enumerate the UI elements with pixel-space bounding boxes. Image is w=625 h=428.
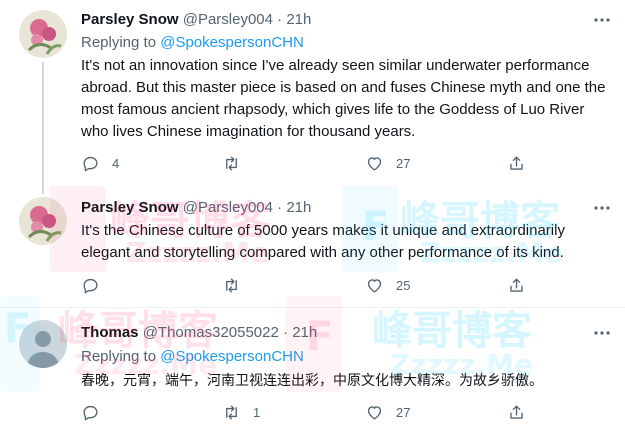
share-icon <box>510 155 523 170</box>
like-count: 27 <box>396 404 411 420</box>
retweet-icon <box>226 155 237 171</box>
share-button[interactable] <box>507 274 526 296</box>
share-icon <box>510 404 523 419</box>
display-name[interactable]: Thomas <box>81 324 139 341</box>
default-avatar-image <box>19 320 67 368</box>
like-button[interactable]: 27 <box>365 152 410 174</box>
more-icon[interactable] <box>593 11 611 29</box>
display-name[interactable]: Parsley Snow <box>81 199 179 216</box>
share-button[interactable] <box>507 152 526 174</box>
tweet-actions: 4 27 <box>78 152 538 174</box>
share-icon <box>510 277 523 292</box>
tweet-1[interactable]: Parsley Snow @Parsley004 · 21h Replying … <box>0 0 625 194</box>
replying-to-link[interactable]: @SpokespersonCHN <box>160 34 304 51</box>
like-count: 25 <box>396 277 411 293</box>
like-button[interactable]: 27 <box>365 401 410 423</box>
reply-count: 4 <box>112 155 120 171</box>
tweet-header: Parsley Snow @Parsley004 · 21h <box>81 198 311 218</box>
replying-prefix: Replying to <box>81 34 161 51</box>
tweet-text: It's the Chinese culture of 5000 years m… <box>81 222 565 261</box>
separator-dot: · <box>283 324 289 341</box>
more-icon[interactable] <box>593 324 611 342</box>
retweet-button[interactable] <box>222 152 253 174</box>
timestamp[interactable]: 21h <box>286 11 311 28</box>
like-count: 27 <box>396 155 411 171</box>
timestamp[interactable]: 21h <box>292 324 317 341</box>
like-button[interactable]: 25 <box>365 274 410 296</box>
separator-dot: · <box>277 199 283 216</box>
timestamp[interactable]: 21h <box>286 199 311 216</box>
replying-prefix: Replying to <box>81 348 161 365</box>
like-icon <box>367 156 382 171</box>
reply-icon <box>83 405 98 420</box>
tweet-header: Thomas @Thomas32055022 · 21h <box>81 323 317 343</box>
retweet-icon <box>226 277 237 293</box>
separator-dot: · <box>277 11 283 28</box>
replying-to-link[interactable]: @SpokespersonCHN <box>160 348 304 365</box>
tweet-header: Parsley Snow @Parsley004 · 21h <box>81 10 311 30</box>
replying-to: Replying to @SpokespersonCHN <box>81 33 304 53</box>
reply-icon <box>83 156 98 171</box>
avatar[interactable] <box>19 320 67 368</box>
replying-to: Replying to @SpokespersonCHN <box>81 347 304 367</box>
tweet-actions: 25 <box>78 274 538 296</box>
retweet-button[interactable] <box>222 274 253 296</box>
like-icon <box>367 278 382 293</box>
retweet-count: 1 <box>253 404 261 420</box>
tweet-actions: 1 27 <box>78 401 538 423</box>
user-handle[interactable]: @Parsley004 <box>183 11 273 28</box>
reply-button[interactable]: 4 <box>81 152 119 174</box>
tweet-text: It's not an innovation since I've alread… <box>81 57 606 140</box>
reply-button[interactable] <box>81 274 112 296</box>
tweet-2[interactable]: Parsley Snow @Parsley004 · 21h It's the … <box>0 185 625 300</box>
avatar[interactable] <box>19 197 67 245</box>
display-name[interactable]: Parsley Snow <box>81 11 179 28</box>
user-handle[interactable]: @Thomas32055022 <box>143 324 279 341</box>
flower-avatar-image <box>19 197 67 245</box>
thread-line <box>42 62 44 194</box>
avatar[interactable] <box>19 10 67 58</box>
reply-button[interactable] <box>81 401 112 423</box>
like-icon <box>367 405 382 420</box>
user-handle[interactable]: @Parsley004 <box>183 199 273 216</box>
tweet-text: 春晚，元宵，端午，河南卫视连连出彩，中原文化博大精深。为故乡骄傲。 <box>81 373 543 389</box>
reply-icon <box>83 278 98 293</box>
more-icon[interactable] <box>593 199 611 217</box>
tweet-3[interactable]: Thomas @Thomas32055022 · 21h Replying to… <box>0 308 625 428</box>
share-button[interactable] <box>507 401 526 423</box>
flower-avatar-image <box>19 10 67 58</box>
retweet-button[interactable]: 1 <box>222 401 260 423</box>
retweet-icon <box>226 404 237 420</box>
